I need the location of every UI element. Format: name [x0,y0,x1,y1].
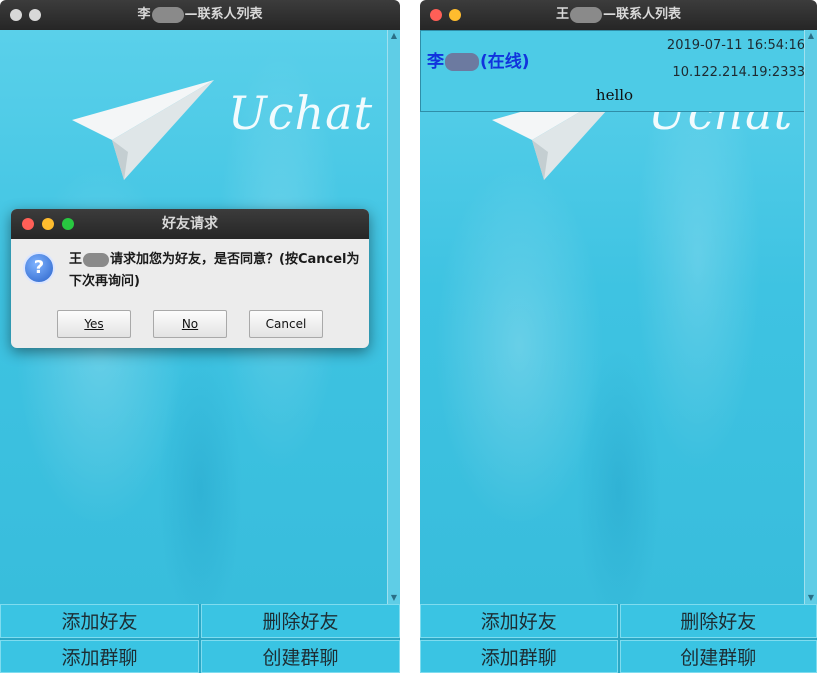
friend-request-dialog: 好友请求 ? 王请求加您为好友，是否同意？(按Cancel为下次再询问) Yes… [11,209,369,348]
delete-friend-button[interactable]: 删除好友 [619,604,817,638]
dialog-message: 王请求加您为好友，是否同意？(按Cancel为下次再询问) [69,249,365,293]
message-text: 请求加您为好友，是否同意？(按Cancel为下次再询问) [69,252,360,289]
scroll-down-icon[interactable]: ▼ [806,593,816,603]
message-prefix: 王 [69,252,83,267]
title-suffix: —联系人列表 [184,7,263,22]
action-buttons: 添加好友 删除好友 添加群聊 创建群聊 [420,604,817,673]
add-friend-button[interactable]: 添加好友 [0,604,199,638]
contact-list-window-left: 李 —联系人列表 Uchat ▲ ▼ 添加好友 删除好友 添加群聊 创建群聊 好友… [0,0,400,673]
contact-card[interactable]: 李 (在线) 2019-07-11 16:54:16 10.122.214.19:… [420,30,809,112]
action-buttons: 添加好友 删除好友 添加群聊 创建群聊 [0,604,400,673]
yes-button[interactable]: Yes [57,310,131,338]
title-suffix: —联系人列表 [603,7,682,22]
paper-plane-icon [72,80,214,180]
add-group-button[interactable]: 添加群聊 [420,639,618,673]
message-timestamp: 2019-07-11 16:54:16 [666,38,805,53]
contact-list-window-right: 王 —联系人列表 Uchat 李 (在线) 2019-07-11 16:54:16 … [420,0,817,673]
title-bar: 王 —联系人列表 [420,0,817,30]
dialog-title: 好友请求 [162,216,218,232]
contact-name: 李 (在线) [427,47,530,72]
contact-status: (在线) [480,52,530,72]
title-bar: 李 —联系人列表 [0,0,400,30]
title-prefix: 王 [555,7,569,22]
add-friend-button[interactable]: 添加好友 [420,604,618,638]
cancel-label: Cancel [265,317,307,331]
no-label: No [181,317,199,331]
redacted-name [151,6,184,23]
create-group-button[interactable]: 创建群聊 [201,639,400,673]
latest-message: hello [595,86,634,104]
redacted-name [83,252,110,267]
redacted-name [570,6,602,23]
scroll-up-icon[interactable]: ▲ [389,31,399,41]
no-button[interactable]: No [153,310,227,338]
main-content: Uchat [420,30,817,604]
contact-name-prefix: 李 [427,52,444,72]
redacted-name [445,53,479,71]
scroll-up-icon[interactable]: ▲ [806,31,816,41]
window-title: 王 —联系人列表 [420,0,817,30]
scrollbar[interactable]: ▲ ▼ [387,30,400,604]
question-icon: ? [23,252,55,284]
create-group-button[interactable]: 创建群聊 [619,639,817,673]
yes-label: Yes [84,317,104,331]
add-group-button[interactable]: 添加群聊 [0,639,199,673]
scroll-down-icon[interactable]: ▼ [389,593,399,603]
window-title: 李 —联系人列表 [0,0,400,30]
cancel-button[interactable]: Cancel [249,310,323,338]
delete-friend-button[interactable]: 删除好友 [201,604,400,638]
app-logo-text: Uchat [228,86,374,140]
title-prefix: 李 [137,7,151,22]
dialog-title-bar: 好友请求 [11,209,369,239]
scrollbar[interactable]: ▲ ▼ [804,30,817,604]
contact-ip: 10.122.214.19:2333 [672,65,805,80]
